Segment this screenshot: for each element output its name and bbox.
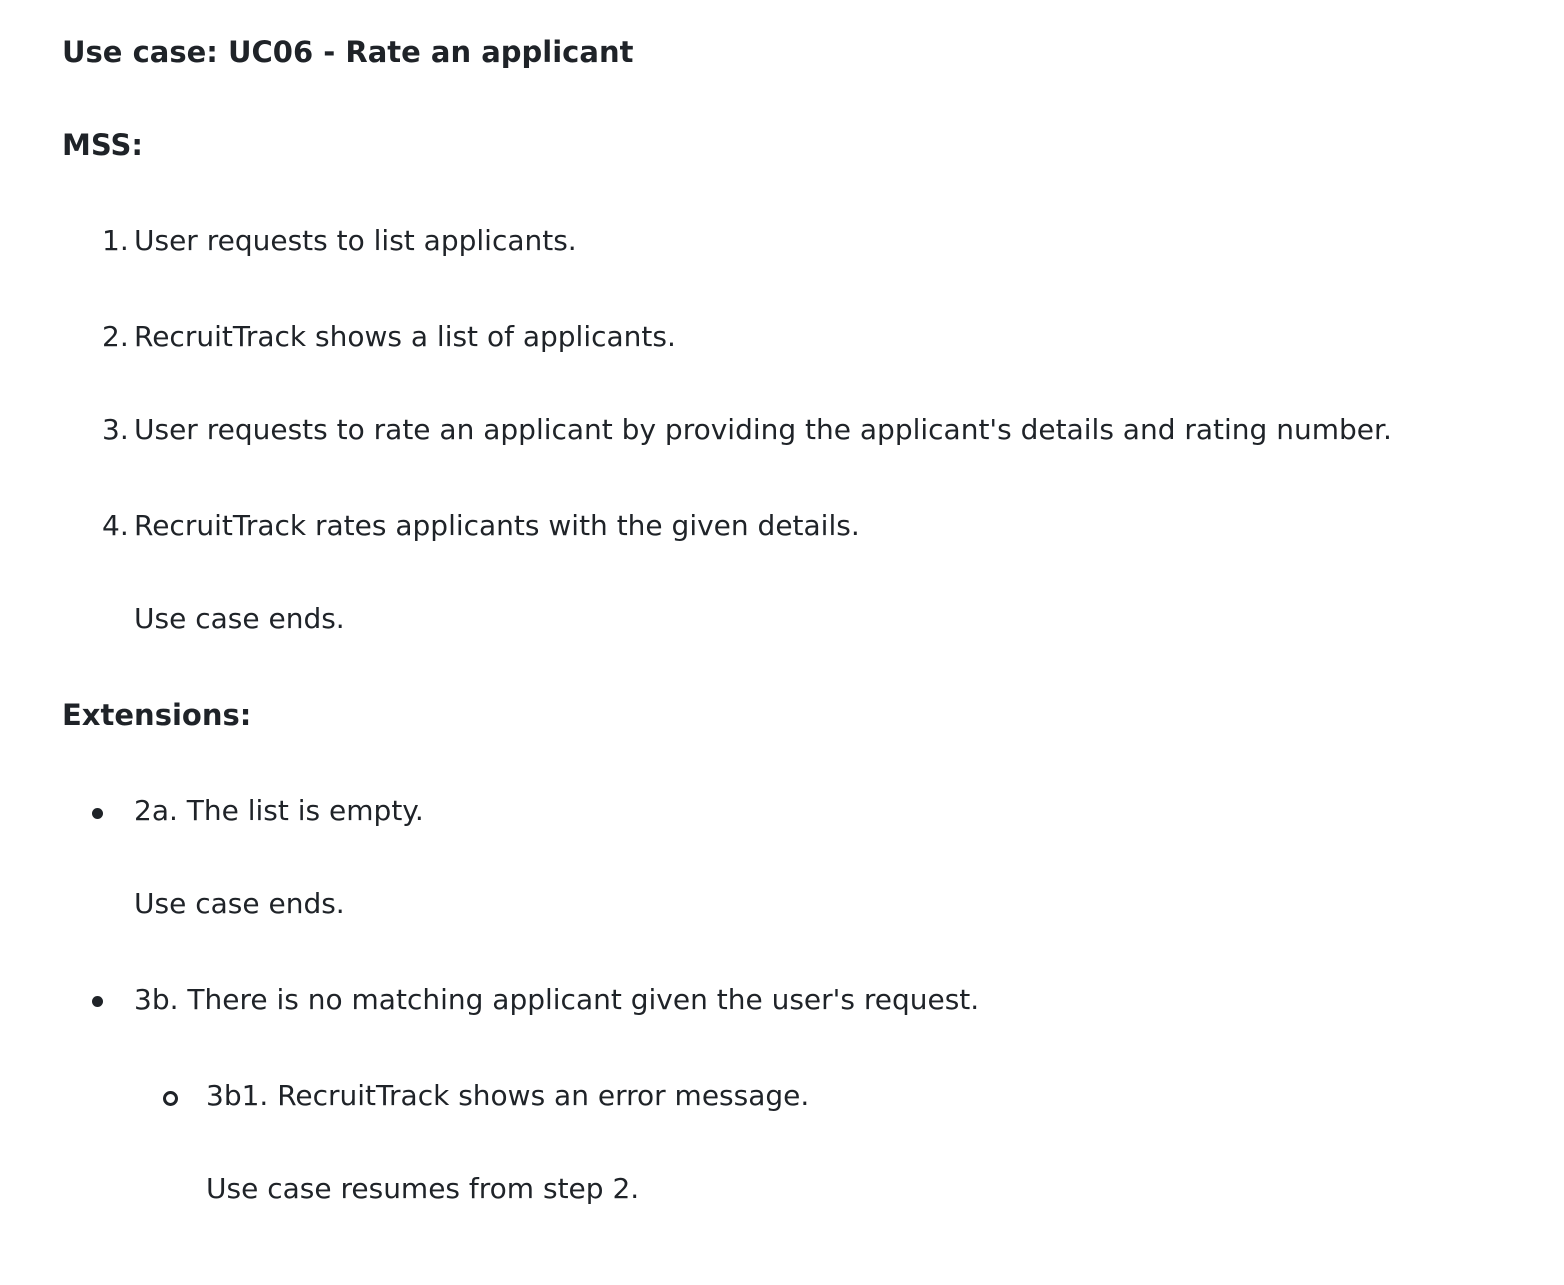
bullet-icon	[92, 808, 103, 819]
step-number: 2.	[102, 320, 129, 353]
sub-extension-note: Use case resumes from step 2.	[206, 1172, 640, 1205]
extension-note: Use case ends.	[134, 887, 345, 920]
step-text: User requests to rate an applicant by pr…	[134, 413, 1392, 446]
bullet-icon	[92, 996, 103, 1007]
extension-text: 3b. There is no matching applicant given…	[134, 983, 980, 1016]
step-text: RecruitTrack rates applicants with the g…	[134, 509, 860, 542]
extensions-heading: Extensions:	[62, 698, 252, 732]
step-number: 1.	[102, 224, 129, 257]
step-text: RecruitTrack shows a list of applicants.	[134, 320, 676, 353]
step-number: 4.	[102, 509, 129, 542]
extension-text: 2a. The list is empty.	[134, 794, 424, 827]
sub-extension-text: 3b1. RecruitTrack shows an error message…	[206, 1079, 810, 1112]
circle-bullet-icon	[163, 1091, 178, 1106]
step-number: 3.	[102, 413, 129, 446]
use-case-title: Use case: UC06 - Rate an applicant	[62, 35, 634, 69]
mss-end-note: Use case ends.	[134, 602, 345, 635]
mss-heading: MSS:	[62, 128, 143, 162]
step-text: User requests to list applicants.	[134, 224, 577, 257]
